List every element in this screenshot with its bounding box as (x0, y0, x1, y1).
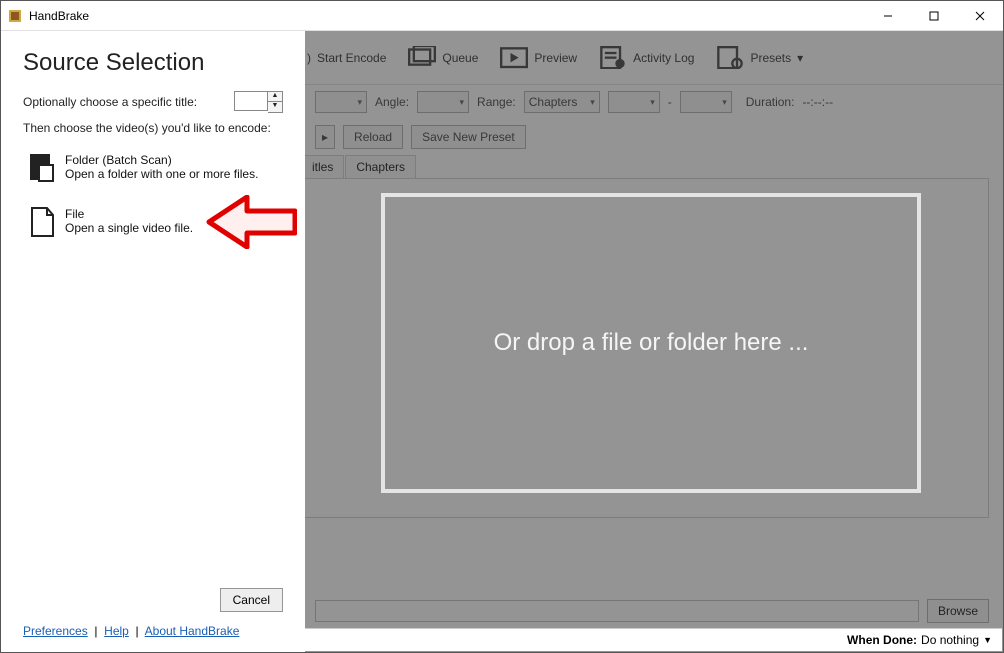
drop-zone[interactable]: Or drop a file or folder here ... (381, 193, 921, 493)
cancel-button[interactable]: Cancel (220, 588, 283, 612)
maximize-button[interactable] (911, 1, 957, 31)
folder-icon (29, 153, 55, 183)
title-spinner[interactable]: ▲▼ (268, 91, 283, 113)
minimize-button[interactable] (865, 1, 911, 31)
source-selection-panel: Source Selection Optionally choose a spe… (1, 31, 305, 652)
title-choice-row: Optionally choose a specific title: ▲▼ (23, 91, 283, 113)
open-folder-option[interactable]: Folder (Batch Scan) Open a folder with o… (29, 153, 283, 183)
when-done-value[interactable]: Do nothing (921, 633, 979, 647)
file-icon (29, 207, 55, 237)
then-label: Then choose the video(s) you'd like to e… (23, 121, 271, 135)
opt-title-label: Optionally choose a specific title: (23, 95, 197, 109)
annotation-arrow (205, 195, 297, 249)
file-option-sub: Open a single video file. (65, 221, 193, 235)
titlebar: HandBrake (1, 1, 1003, 31)
chevron-down-icon: ▼ (983, 635, 992, 645)
cancel-label: Cancel (233, 593, 270, 607)
title-number-input[interactable] (234, 91, 268, 111)
then-label-row: Then choose the video(s) you'd like to e… (23, 121, 283, 135)
about-link[interactable]: About HandBrake (145, 624, 240, 638)
when-done-label: When Done: (847, 633, 917, 647)
app-title: HandBrake (29, 9, 89, 23)
drop-zone-text: Or drop a file or folder here ... (494, 329, 809, 357)
app-icon (7, 8, 23, 24)
window-controls (865, 1, 1003, 31)
preferences-link[interactable]: Preferences (23, 624, 88, 638)
file-option-title: File (65, 207, 193, 221)
close-button[interactable] (957, 1, 1003, 31)
footer-links: Preferences | Help | About HandBrake (23, 624, 283, 644)
panel-heading: Source Selection (23, 49, 283, 77)
folder-option-sub: Open a folder with one or more files. (65, 167, 258, 181)
folder-option-title: Folder (Batch Scan) (65, 153, 258, 167)
help-link[interactable]: Help (104, 624, 129, 638)
